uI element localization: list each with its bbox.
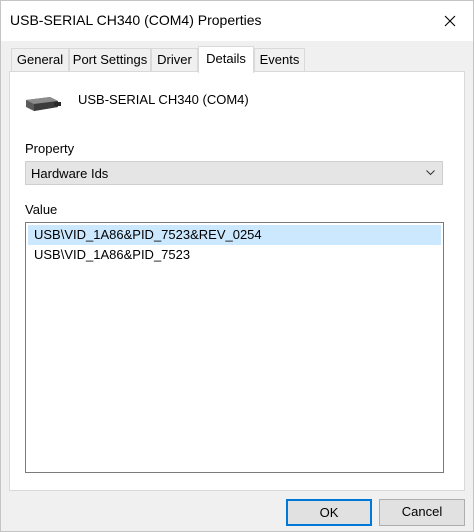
list-item[interactable]: USB\VID_1A86&PID_7523&REV_0254 (28, 225, 441, 245)
value-label: Value (25, 202, 58, 217)
property-dropdown[interactable]: Hardware Ids (25, 161, 443, 185)
value-list[interactable]: USB\VID_1A86&PID_7523&REV_0254 USB\VID_1… (25, 222, 444, 473)
close-button[interactable] (427, 1, 473, 41)
tab-events[interactable]: Events (254, 48, 305, 71)
device-name: USB-SERIAL CH340 (COM4) (78, 92, 249, 107)
title-bar[interactable]: USB-SERIAL CH340 (COM4) Properties (1, 1, 473, 41)
tab-driver[interactable]: Driver (151, 48, 198, 71)
ok-button[interactable]: OK (286, 499, 372, 526)
tab-strip: General Port Settings Driver Details Eve… (11, 46, 463, 73)
list-item[interactable]: USB\VID_1A86&PID_7523 (28, 245, 441, 265)
serial-port-icon (26, 97, 61, 111)
details-panel: USB-SERIAL CH340 (COM4) Property Hardwar… (9, 71, 465, 491)
properties-dialog: USB-SERIAL CH340 (COM4) Properties Gener… (0, 0, 474, 532)
close-icon (444, 15, 456, 27)
cancel-button[interactable]: Cancel (379, 499, 465, 526)
tab-details[interactable]: Details (198, 46, 254, 73)
tab-general[interactable]: General (11, 48, 69, 71)
window-title: USB-SERIAL CH340 (COM4) Properties (10, 12, 262, 28)
chevron-down-icon (426, 170, 435, 176)
property-label: Property (25, 141, 75, 156)
property-selected-value: Hardware Ids (31, 166, 109, 181)
tab-port-settings[interactable]: Port Settings (69, 48, 151, 71)
